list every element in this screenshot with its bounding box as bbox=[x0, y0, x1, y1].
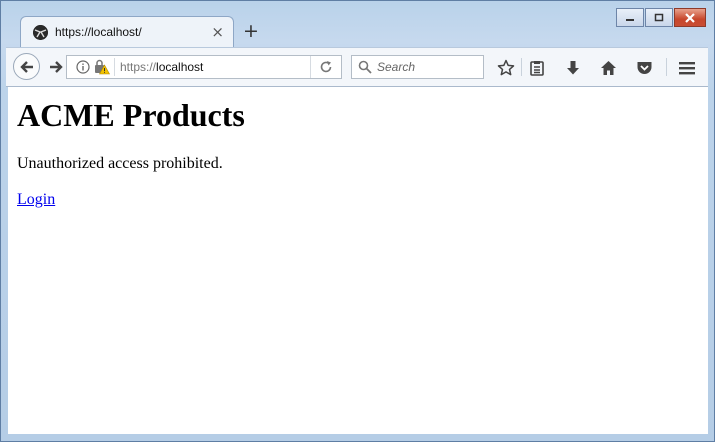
pocket-icon bbox=[637, 62, 651, 74]
menu-button[interactable] bbox=[676, 57, 698, 79]
reload-button[interactable] bbox=[310, 56, 341, 78]
tab-close-icon[interactable]: × bbox=[211, 23, 224, 41]
forward-arrow-icon bbox=[50, 61, 63, 73]
toolbar-divider bbox=[666, 58, 667, 76]
navigation-toolbar: https://localhost Search bbox=[6, 47, 708, 87]
back-arrow-icon bbox=[19, 60, 33, 73]
window-controls bbox=[616, 8, 706, 27]
url-host: localhost bbox=[156, 60, 204, 74]
maximize-button[interactable] bbox=[645, 8, 673, 27]
minimize-button[interactable] bbox=[616, 8, 644, 27]
url-divider bbox=[114, 58, 115, 76]
browser-window: https://localhost/ × + https://localhost… bbox=[0, 0, 715, 442]
globe-icon bbox=[33, 25, 48, 40]
page-heading: ACME Products bbox=[17, 97, 245, 133]
address-bar[interactable]: https://localhost bbox=[66, 55, 342, 79]
url-text[interactable]: https://localhost bbox=[120, 60, 203, 74]
minimize-icon bbox=[626, 18, 634, 21]
page-content: ACME Products Unauthorized access prohib… bbox=[8, 87, 708, 434]
bookmark-button[interactable] bbox=[495, 57, 517, 79]
download-icon bbox=[567, 61, 579, 75]
tab-title: https://localhost/ bbox=[55, 25, 142, 39]
home-button[interactable] bbox=[597, 57, 619, 79]
search-input[interactable]: Search bbox=[377, 60, 415, 74]
access-message: Unauthorized access prohibited. bbox=[17, 155, 223, 172]
login-link[interactable]: Login bbox=[17, 191, 55, 209]
info-icon[interactable] bbox=[76, 60, 90, 74]
home-icon bbox=[600, 61, 616, 75]
clipboard-icon bbox=[530, 61, 544, 76]
toolbar-divider bbox=[521, 58, 522, 76]
back-button[interactable] bbox=[13, 53, 40, 80]
search-icon bbox=[358, 60, 372, 74]
reading-list-button[interactable] bbox=[526, 57, 548, 79]
reload-icon bbox=[320, 61, 332, 73]
restore-icon bbox=[654, 13, 664, 21]
forward-button[interactable] bbox=[46, 57, 66, 77]
hamburger-menu-icon bbox=[679, 62, 695, 75]
close-icon bbox=[685, 12, 695, 23]
close-window-button[interactable] bbox=[674, 8, 706, 27]
insecure-lock-icon[interactable] bbox=[94, 59, 110, 75]
pocket-button[interactable] bbox=[633, 57, 655, 79]
url-scheme: https:// bbox=[120, 60, 157, 74]
star-icon bbox=[497, 59, 515, 76]
tab-localhost[interactable]: https://localhost/ × bbox=[20, 16, 234, 48]
search-bar[interactable]: Search bbox=[351, 55, 484, 79]
new-tab-button[interactable]: + bbox=[243, 19, 259, 43]
downloads-button[interactable] bbox=[562, 57, 584, 79]
